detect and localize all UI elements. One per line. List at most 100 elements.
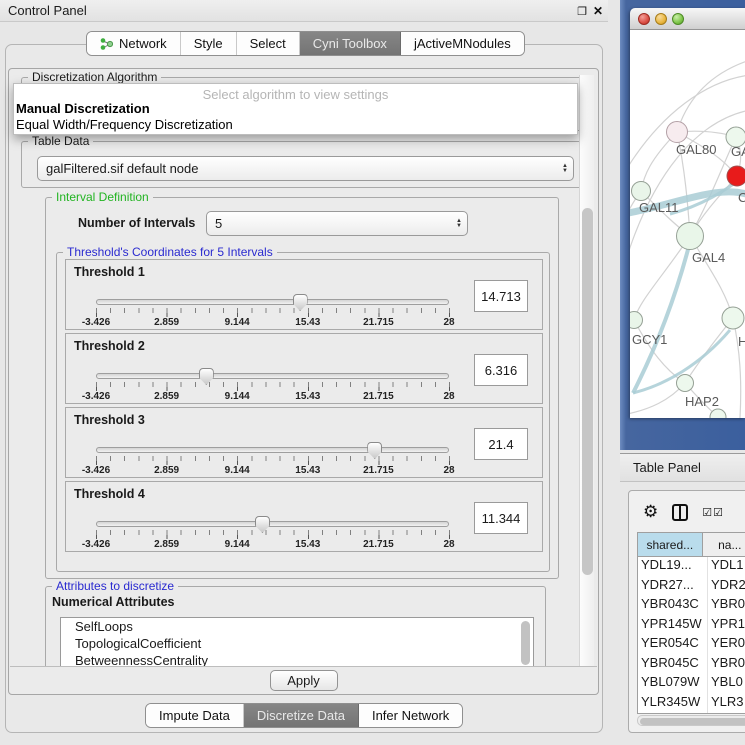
- table-row[interactable]: YIL052CYIL0: [638, 713, 745, 714]
- cell-shared-name[interactable]: YLR345W: [638, 694, 708, 714]
- column-header-name[interactable]: na...: [703, 533, 745, 556]
- GAL80-node[interactable]: [667, 122, 688, 143]
- table-row[interactable]: YBR045CYBR0: [638, 655, 745, 675]
- scrollbar-thumb[interactable]: [640, 718, 745, 725]
- combo-arrows-icon: ▲▼: [456, 212, 462, 235]
- popup-item-manual-discretization[interactable]: Manual Discretization: [14, 101, 577, 117]
- cell-shared-name[interactable]: YBR043C: [638, 596, 708, 616]
- apply-button[interactable]: Apply: [270, 670, 338, 691]
- threshold-slider[interactable]: [96, 447, 449, 453]
- tab-label: Discretize Data: [257, 708, 345, 723]
- table-row[interactable]: YBR043CYBR0: [638, 596, 745, 616]
- tab-impute-data[interactable]: Impute Data: [146, 704, 244, 727]
- table-row[interactable]: YBL079WYBL0: [638, 674, 745, 694]
- network-window: GAL80GACGAL11GAL4GCY1HHAP2: [630, 8, 745, 418]
- close-traffic-light-icon[interactable]: [638, 13, 650, 25]
- threshold-value-field[interactable]: 14.713: [474, 280, 528, 312]
- control-panel-titlebar: Control Panel ❐ ✕: [0, 0, 608, 22]
- cell-name[interactable]: YDL1: [708, 557, 744, 577]
- attribute-item[interactable]: SelfLoops: [61, 618, 533, 635]
- bottom-node[interactable]: [710, 409, 726, 418]
- tab-label: Style: [194, 36, 223, 51]
- network-window-titlebar[interactable]: [630, 8, 745, 30]
- column-header-shared[interactable]: shared...: [638, 533, 703, 556]
- cell-name[interactable]: YBR0: [708, 596, 745, 616]
- tab-network[interactable]: Network: [87, 32, 181, 55]
- cell-name[interactable]: YPR1: [708, 616, 745, 636]
- tab-label: Network: [119, 36, 167, 51]
- algorithm-group-label: Discretization Algorithm: [28, 70, 161, 84]
- table-row[interactable]: YLR345WYLR3: [638, 694, 745, 714]
- table-row[interactable]: YDR27...YDR2: [638, 577, 745, 597]
- tick-label: 21.715: [363, 391, 394, 402]
- thresholds-groupbox: Threshold's Coordinates for 5 Intervals …: [56, 252, 550, 572]
- popup-item-equal-width-frequency[interactable]: Equal Width/Frequency Discretization: [14, 117, 577, 133]
- minimize-traffic-light-icon[interactable]: [655, 13, 667, 25]
- tick-label: 28: [443, 465, 454, 476]
- GCY1-node[interactable]: [630, 312, 643, 329]
- cell-name[interactable]: YBL0: [708, 674, 743, 694]
- table-header-row: shared... na...: [638, 533, 745, 557]
- zoom-traffic-light-icon[interactable]: [672, 13, 684, 25]
- cell-name[interactable]: YIL0: [708, 713, 738, 714]
- GAL11-node[interactable]: [632, 182, 651, 201]
- number-of-intervals-value: 5: [215, 216, 222, 231]
- table-rows: YDL19...YDL1YDR27...YDR2YBR043CYBR0YPR14…: [638, 557, 745, 714]
- network-canvas[interactable]: GAL80GACGAL11GAL4GCY1HHAP2: [630, 30, 745, 418]
- threshold-slider[interactable]: [96, 521, 449, 527]
- table-row[interactable]: YDL19...YDL1: [638, 557, 745, 577]
- threshold-value-field[interactable]: 6.316: [474, 354, 528, 386]
- float-window-icon[interactable]: ❐: [574, 3, 590, 19]
- column-visibility-icon[interactable]: [672, 504, 688, 521]
- cell-name[interactable]: YBR0: [708, 655, 745, 675]
- tab-discretize-data[interactable]: Discretize Data: [244, 704, 359, 727]
- attribute-item[interactable]: TopologicalCoefficient: [61, 635, 533, 652]
- tick-label: 9.144: [225, 539, 250, 550]
- attributes-groupbox: Attributes to discretize Numerical Attri…: [45, 586, 546, 668]
- red-node[interactable]: [727, 166, 745, 186]
- table-panel-toolbar: ⚙ ☑☑: [635, 497, 745, 527]
- HAP2-node[interactable]: [677, 375, 694, 392]
- cell-shared-name[interactable]: YER054C: [638, 635, 708, 655]
- number-of-intervals-label: Number of Intervals: [78, 216, 195, 230]
- close-icon[interactable]: ✕: [590, 3, 606, 19]
- number-of-intervals-combobox[interactable]: 5 ▲▼: [206, 211, 468, 236]
- list-scrollbar[interactable]: [521, 621, 530, 665]
- tick-label: 2.859: [154, 539, 179, 550]
- cell-shared-name[interactable]: YBR045C: [638, 655, 708, 675]
- cell-name[interactable]: YLR3: [708, 694, 744, 714]
- threshold-value-field[interactable]: 11.344: [474, 502, 528, 534]
- scrollbar-thumb[interactable]: [582, 208, 593, 575]
- node-table: shared... na... YDL19...YDL1YDR27...YDR2…: [637, 532, 745, 714]
- tab-cyni-toolbox[interactable]: Cyni Toolbox: [300, 32, 401, 55]
- cell-name[interactable]: YDR2: [708, 577, 745, 597]
- table-row[interactable]: YPR145WYPR1: [638, 616, 745, 636]
- table-panel-titlebar: Table Panel: [620, 453, 745, 482]
- tab-select[interactable]: Select: [237, 32, 300, 55]
- GAL4-node[interactable]: [677, 223, 704, 250]
- table-row[interactable]: YER054CYER0: [638, 635, 745, 655]
- cell-shared-name[interactable]: YBL079W: [638, 674, 708, 694]
- cell-shared-name[interactable]: YIL052C: [638, 713, 708, 714]
- tab-jactivemnodules[interactable]: jActiveMNodules: [401, 32, 524, 55]
- table-horizontal-scrollbar[interactable]: [637, 715, 745, 726]
- right-mid-node[interactable]: [722, 307, 744, 329]
- tick-label: 15.43: [295, 317, 320, 328]
- tab-infer-network[interactable]: Infer Network: [359, 704, 462, 727]
- threshold-slider[interactable]: [96, 373, 449, 379]
- gear-icon[interactable]: ⚙: [643, 502, 658, 522]
- numerical-attributes-list[interactable]: SelfLoopsTopologicalCoefficientBetweenne…: [60, 617, 534, 668]
- cell-shared-name[interactable]: YPR145W: [638, 616, 708, 636]
- threshold-slider[interactable]: [96, 299, 449, 305]
- select-all-checks-icon[interactable]: ☑☑: [702, 506, 724, 519]
- tick-label: 28: [443, 391, 454, 402]
- cell-shared-name[interactable]: YDL19...: [638, 557, 708, 577]
- table-data-combobox[interactable]: galFiltered.sif default node ▲▼: [37, 156, 574, 181]
- tab-style[interactable]: Style: [181, 32, 237, 55]
- tab-label: Select: [250, 36, 286, 51]
- threshold-value-field[interactable]: 21.4: [474, 428, 528, 460]
- cell-shared-name[interactable]: YDR27...: [638, 577, 708, 597]
- panel-scrollbar[interactable]: [579, 75, 594, 667]
- interval-definition-label: Interval Definition: [52, 191, 153, 204]
- cell-name[interactable]: YER0: [708, 635, 745, 655]
